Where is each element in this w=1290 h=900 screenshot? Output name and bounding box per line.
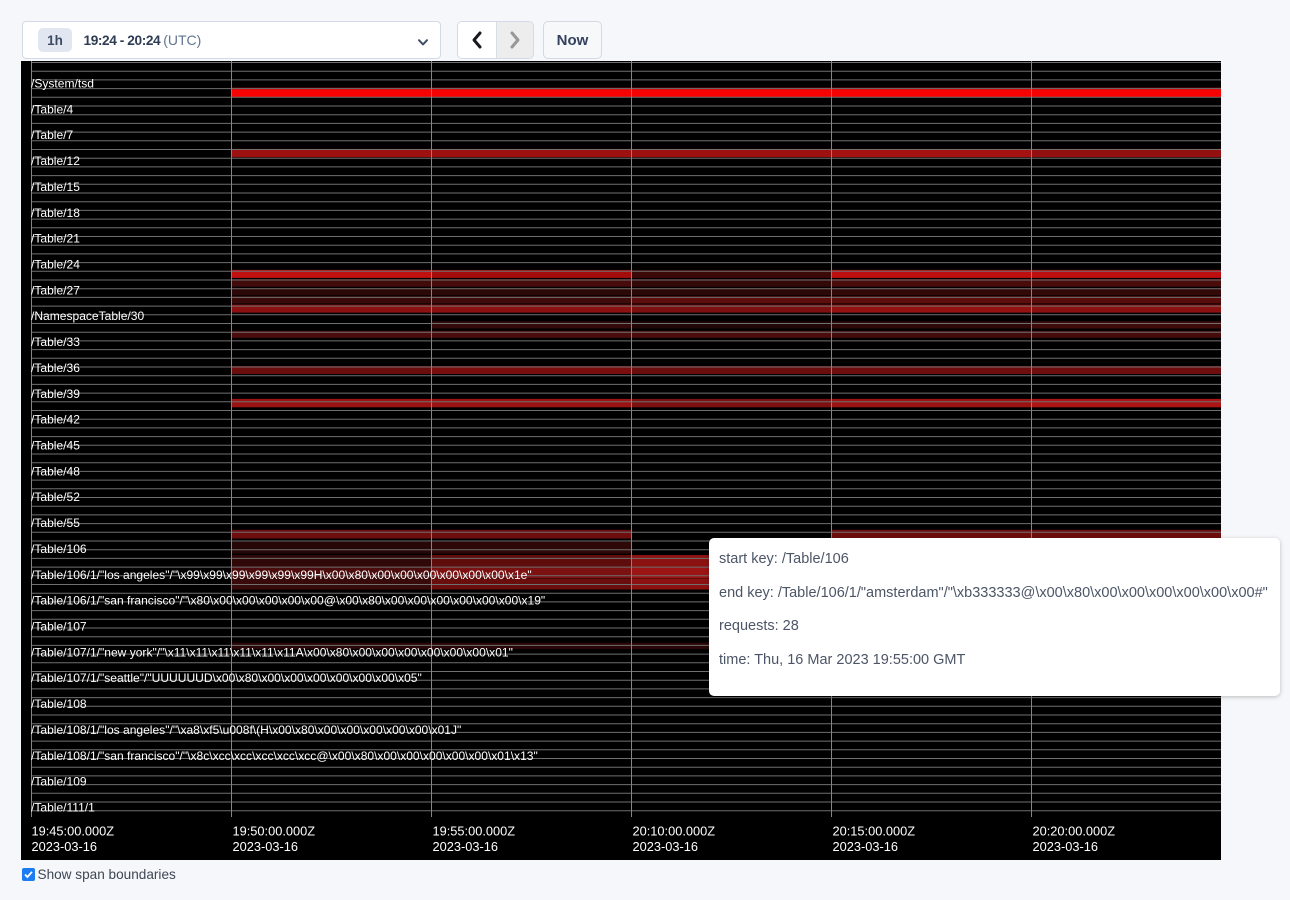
svg-text:/NamespaceTable/30: /NamespaceTable/30 (31, 309, 144, 323)
svg-text:/Table/39: /Table/39 (31, 387, 80, 401)
svg-text:/Table/42: /Table/42 (31, 413, 80, 427)
svg-text:/Table/107: /Table/107 (31, 620, 87, 634)
svg-text:2023-03-16: 2023-03-16 (433, 839, 498, 854)
svg-text:/System/tsd: /System/tsd (31, 77, 94, 91)
svg-text:20:10:00.000Z: 20:10:00.000Z (633, 824, 716, 839)
svg-text:/Table/33: /Table/33 (31, 335, 80, 349)
svg-text:/Table/108/1/"los angeles"/"\x: /Table/108/1/"los angeles"/"\xa8\xf5\u00… (31, 723, 461, 737)
svg-text:/Table/7: /Table/7 (31, 128, 73, 142)
svg-text:/Table/111/1: /Table/111/1 (31, 801, 95, 815)
svg-text:/Table/48: /Table/48 (31, 464, 80, 478)
svg-text:20:20:00.000Z: 20:20:00.000Z (1033, 824, 1116, 839)
svg-text:/Table/106/1/"los angeles"/"\x: /Table/106/1/"los angeles"/"\x99\x99\x99… (31, 568, 532, 582)
svg-text:/Table/15: /Table/15 (31, 180, 80, 194)
svg-text:/Table/18: /Table/18 (31, 206, 80, 220)
svg-text:/Table/107/1/"new york"/"\x11\: /Table/107/1/"new york"/"\x11\x11\x11\x1… (31, 645, 513, 659)
svg-text:/Table/4: /Table/4 (31, 102, 73, 116)
svg-text:/Table/106: /Table/106 (31, 542, 87, 556)
svg-text:2023-03-16: 2023-03-16 (233, 839, 298, 854)
svg-text:/Table/109: /Table/109 (31, 775, 87, 789)
svg-text:/Table/55: /Table/55 (31, 516, 80, 530)
svg-text:2023-03-16: 2023-03-16 (32, 839, 97, 854)
svg-text:/Table/107/1/"seattle"/"UUUUUU: /Table/107/1/"seattle"/"UUUUUUD\x00\x80\… (31, 671, 422, 685)
svg-text:/Table/106/1/"san francisco"/": /Table/106/1/"san francisco"/"\x80\x00\x… (31, 594, 545, 608)
svg-text:/Table/12: /Table/12 (31, 154, 80, 168)
svg-text:/Table/21: /Table/21 (31, 232, 80, 246)
svg-text:19:50:00.000Z: 19:50:00.000Z (233, 824, 316, 839)
svg-text:/Table/45: /Table/45 (31, 439, 80, 453)
svg-text:20:15:00.000Z: 20:15:00.000Z (833, 824, 916, 839)
svg-text:/Table/24: /Table/24 (31, 258, 80, 272)
svg-text:/Table/36: /Table/36 (31, 361, 80, 375)
svg-text:19:55:00.000Z: 19:55:00.000Z (433, 824, 516, 839)
svg-text:2023-03-16: 2023-03-16 (833, 839, 898, 854)
svg-text:19:45:00.000Z: 19:45:00.000Z (32, 824, 115, 839)
svg-text:/Table/27: /Table/27 (31, 283, 80, 297)
svg-text:/Table/52: /Table/52 (31, 490, 80, 504)
svg-text:/Table/108: /Table/108 (31, 697, 87, 711)
svg-text:2023-03-16: 2023-03-16 (633, 839, 698, 854)
svg-text:/Table/108/1/"san francisco"/": /Table/108/1/"san francisco"/"\x8c\xcc\x… (31, 749, 538, 763)
svg-text:2023-03-16: 2023-03-16 (1033, 839, 1098, 854)
